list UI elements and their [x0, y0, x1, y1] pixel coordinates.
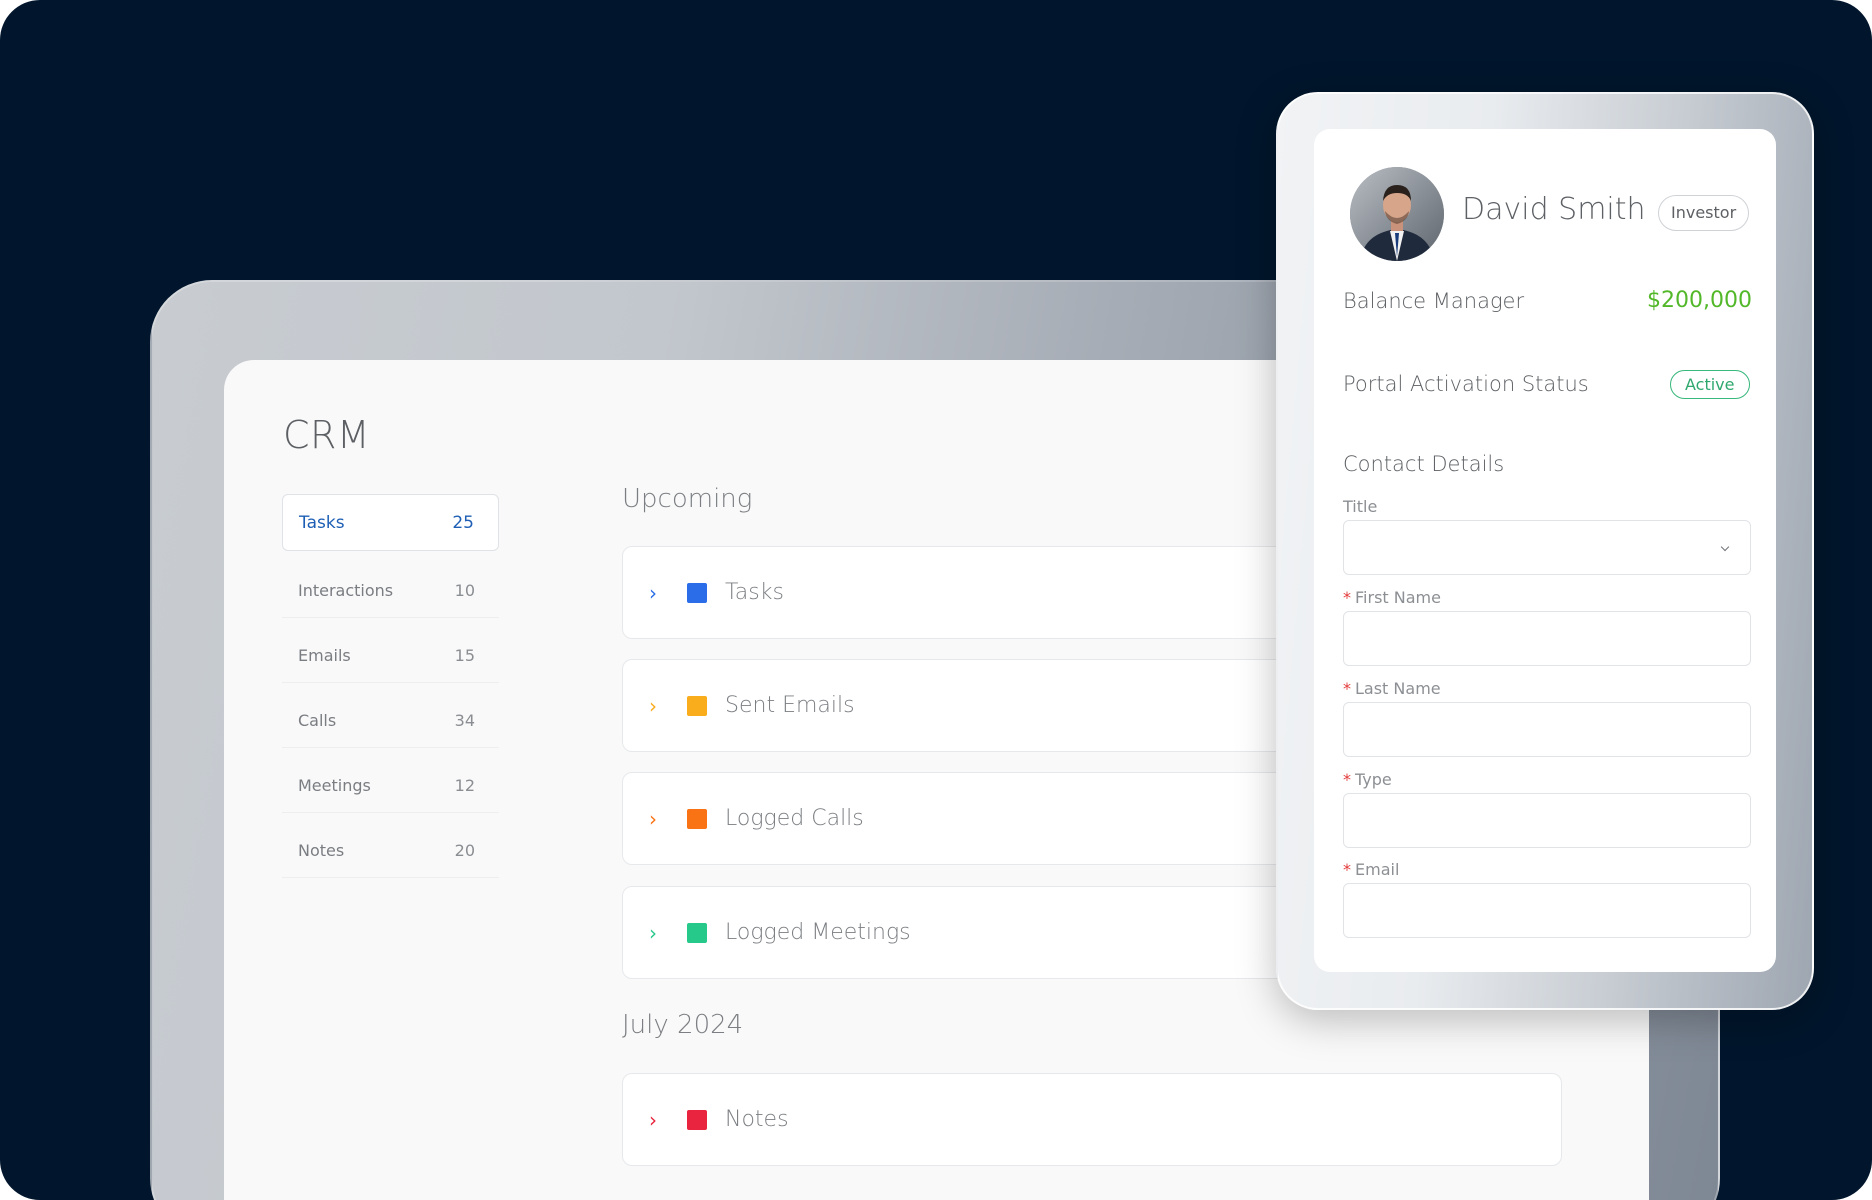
color-square-icon: [687, 695, 707, 716]
field-label-first-name: * First Name: [1343, 588, 1441, 607]
sidebar-item-notes[interactable]: Notes 20: [282, 823, 499, 878]
color-square-icon: [687, 582, 707, 603]
chevron-right-icon: ›: [649, 580, 657, 605]
sidebar-item-calls[interactable]: Calls 34: [282, 693, 499, 748]
chevron-right-icon: ›: [649, 920, 657, 945]
color-square-icon: [687, 808, 707, 829]
investor-badge: Investor: [1658, 195, 1750, 231]
accordion-label: Notes: [725, 1107, 789, 1132]
status-label: Portal Activation Status: [1343, 372, 1589, 396]
field-label-text: Type: [1355, 770, 1392, 789]
field-label-text: Email: [1355, 860, 1400, 879]
accordion-label: Logged Calls: [725, 806, 864, 831]
balance-label: Balance Manager: [1343, 289, 1525, 313]
chevron-right-icon: ›: [649, 1107, 657, 1132]
chevron-right-icon: ›: [649, 693, 657, 718]
section-title-month: July 2024: [622, 1010, 744, 1040]
sidebar-item-interactions[interactable]: Interactions 10: [282, 563, 499, 618]
sidebar-item-emails[interactable]: Emails 15: [282, 628, 499, 683]
accordion-label: Logged Meetings: [725, 920, 911, 945]
sidebar-item-label: Emails: [298, 645, 351, 665]
sidebar-item-meetings[interactable]: Meetings 12: [282, 758, 499, 813]
required-mark: *: [1343, 679, 1351, 698]
sidebar-item-label: Meetings: [298, 775, 371, 795]
page-title: CRM: [283, 413, 371, 457]
email-field[interactable]: [1343, 883, 1751, 938]
sidebar-item-label: Calls: [298, 710, 337, 730]
field-label-last-name: * Last Name: [1343, 679, 1441, 698]
chevron-right-icon: ›: [649, 806, 657, 831]
color-square-icon: [687, 922, 707, 943]
person-photo-icon: [1350, 167, 1444, 261]
section-title-upcoming: Upcoming: [622, 484, 753, 514]
sidebar-item-count: 15: [454, 645, 475, 665]
sidebar-item-count: 12: [454, 775, 475, 795]
accordion-label: Sent Emails: [725, 693, 855, 718]
field-label-text: Last Name: [1355, 679, 1441, 698]
accordion-notes[interactable]: › Notes: [622, 1073, 1562, 1166]
sidebar-nav: Tasks 25 Interactions 10 Emails 15 Calls…: [282, 494, 499, 888]
field-label-text: First Name: [1355, 588, 1441, 607]
contact-details-title: Contact Details: [1343, 452, 1505, 476]
accordion-label: Tasks: [725, 580, 784, 605]
title-select[interactable]: [1343, 520, 1751, 575]
sidebar-item-count: 10: [454, 580, 475, 600]
contact-name: David Smith: [1462, 192, 1646, 227]
sidebar-item-label: Notes: [298, 840, 345, 860]
required-mark: *: [1343, 588, 1351, 607]
avatar: [1350, 167, 1444, 261]
last-name-field[interactable]: [1343, 702, 1751, 757]
status-badge: Active: [1670, 370, 1750, 399]
sidebar-item-label: Interactions: [298, 580, 394, 600]
field-label-type: * Type: [1343, 770, 1392, 789]
field-label-email: * Email: [1343, 860, 1399, 879]
sidebar-item-count: 34: [454, 710, 475, 730]
type-field[interactable]: [1343, 793, 1751, 848]
color-square-icon: [687, 1109, 707, 1130]
sidebar-item-label: Tasks: [299, 512, 345, 533]
required-mark: *: [1343, 770, 1351, 789]
sidebar-item-count: 20: [454, 840, 475, 860]
first-name-field[interactable]: [1343, 611, 1751, 666]
sidebar-item-tasks[interactable]: Tasks 25: [282, 494, 499, 551]
field-label-text: Title: [1343, 497, 1378, 516]
background: CRM Tasks 25 Interactions 10 Emails 15 C…: [0, 0, 1872, 1200]
balance-value: $200,000: [1647, 288, 1752, 313]
field-label-title: Title: [1343, 497, 1377, 516]
sidebar-item-count: 25: [452, 512, 474, 533]
required-mark: *: [1343, 860, 1351, 879]
